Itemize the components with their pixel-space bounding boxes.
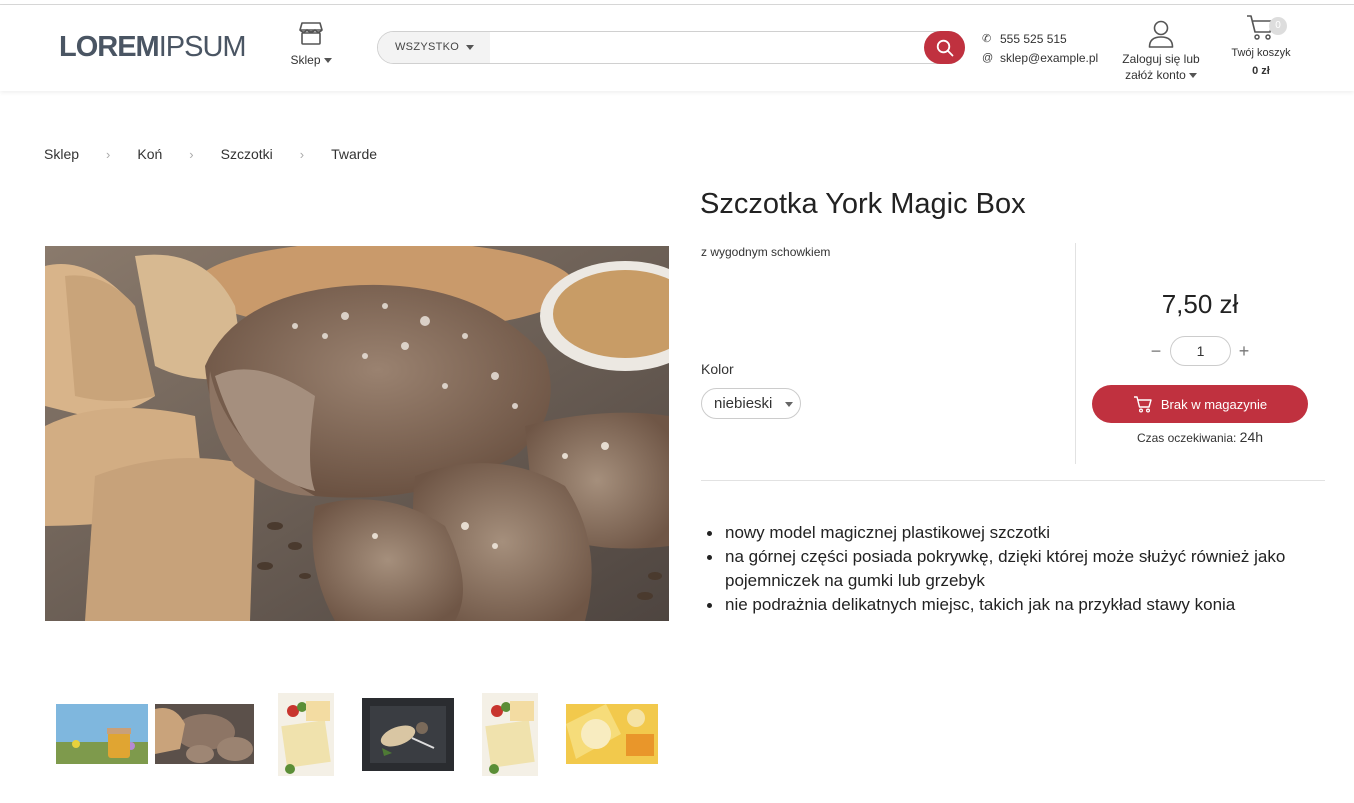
search-category-select[interactable]: WSZYSTKO: [378, 32, 490, 63]
search-bar: WSZYSTKO: [377, 31, 965, 64]
logo-light-text: IPSUM: [158, 31, 247, 63]
cheese-thumbnail-image: [278, 693, 334, 776]
cheese-thumbnail-image: [482, 693, 538, 776]
breadcrumb: Sklep › Koń › Szczotki › Twarde: [44, 146, 377, 162]
chevron-right-icon: ›: [299, 146, 305, 162]
add-to-cart-label: Brak w magazynie: [1160, 396, 1268, 412]
search-input[interactable]: [492, 35, 922, 60]
email-link[interactable]: sklep@example.pl: [1000, 51, 1098, 65]
product-subtitle: z wygodnym schowkiem: [701, 245, 831, 259]
shop-menu-label: Sklep: [290, 53, 321, 67]
thumbnail-cheese-1[interactable]: [278, 693, 334, 776]
search-category-label: WSZYSTKO: [395, 41, 460, 53]
chevron-right-icon: ›: [106, 146, 111, 162]
quantity-decrease-button[interactable]: −: [1146, 339, 1166, 363]
breadcrumb-item-kon[interactable]: Koń: [137, 146, 162, 162]
thumbnail-bread[interactable]: [155, 704, 254, 764]
cart-widget[interactable]: 0 Twój koszyk 0 zł: [1226, 13, 1296, 77]
product-features-list: nowy model magicznej plastikowej szczotk…: [707, 521, 1325, 617]
chevron-down-icon: [1188, 73, 1197, 79]
list-item: nie podrażnia delikatnych miejsc, takich…: [707, 593, 1325, 617]
cart-label: Twój koszyk: [1231, 47, 1291, 59]
phone-icon: ✆: [982, 33, 992, 45]
shop-icon: [299, 22, 323, 45]
list-item: na górnej części posiada pokrywkę, dzięk…: [707, 545, 1325, 593]
user-icon: [1148, 20, 1174, 48]
product-main-image[interactable]: [45, 246, 669, 621]
slate-thumbnail-image: [362, 698, 454, 771]
contact-info: ✆ 555 525 515 @ sklep@example.pl: [982, 29, 1098, 67]
horizontal-divider: [701, 480, 1325, 481]
color-select[interactable]: niebieski: [701, 388, 801, 419]
chevron-down-icon: [323, 58, 332, 64]
logo-bold-text: LOREM: [59, 31, 160, 63]
breadcrumb-item-szczotki[interactable]: Szczotki: [221, 146, 273, 162]
wait-time-value: 24h: [1239, 429, 1264, 445]
list-item: nowy model magicznej plastikowej szczotk…: [707, 521, 1325, 545]
product-title: Szczotka York Magic Box: [700, 188, 1026, 220]
cart-count-badge: 0: [1269, 17, 1287, 35]
thumbnail-cheese-plate[interactable]: [566, 704, 658, 764]
bread-photo: [45, 246, 669, 621]
chevron-down-icon: [785, 402, 793, 407]
color-label: Kolor: [701, 361, 734, 377]
phone-number[interactable]: 555 525 515: [1000, 32, 1067, 46]
chevron-right-icon: ›: [189, 146, 194, 162]
vertical-divider: [1075, 243, 1076, 464]
wait-time-label: Czas oczekiwania:: [1136, 431, 1237, 445]
breadcrumb-item-twarde[interactable]: Twarde: [331, 146, 377, 162]
chevron-down-icon: [466, 44, 475, 50]
cheese-plate-thumbnail-image: [566, 704, 658, 764]
thumbnail-honey[interactable]: [56, 704, 148, 764]
site-header: LOREMIPSUM Sklep WSZYSTKO ✆ 555 525 515 @…: [0, 5, 1354, 91]
thumbnail-cheese-2[interactable]: [482, 693, 538, 776]
search-button[interactable]: [924, 31, 965, 64]
add-to-cart-button[interactable]: Brak w magazynie: [1092, 385, 1308, 423]
quantity-input[interactable]: [1170, 336, 1231, 366]
honey-thumbnail-image: [56, 704, 148, 764]
thumbnail-slate-board[interactable]: [362, 698, 454, 771]
search-icon: [936, 39, 953, 56]
quantity-stepper: − +: [1146, 336, 1252, 366]
wait-time: Czas oczekiwania: 24h: [1092, 429, 1308, 445]
register-link-text: załóż konto: [1125, 68, 1186, 82]
account-menu[interactable]: Zaloguj się lub załóż konto: [1118, 19, 1204, 83]
bread-thumbnail-image: [155, 704, 254, 764]
login-link-text: Zaloguj się lub: [1122, 52, 1200, 66]
shop-menu[interactable]: Sklep: [290, 21, 332, 67]
breadcrumb-item-sklep[interactable]: Sklep: [44, 146, 79, 162]
color-selected-value: niebieski: [714, 395, 773, 412]
cart-total: 0 zł: [1252, 65, 1270, 77]
logo[interactable]: LOREMIPSUM: [59, 31, 247, 64]
cart-icon: [1133, 396, 1152, 413]
quantity-increase-button[interactable]: +: [1234, 339, 1254, 363]
at-icon: @: [982, 51, 994, 64]
product-price: 7,50 zł: [1161, 289, 1239, 319]
